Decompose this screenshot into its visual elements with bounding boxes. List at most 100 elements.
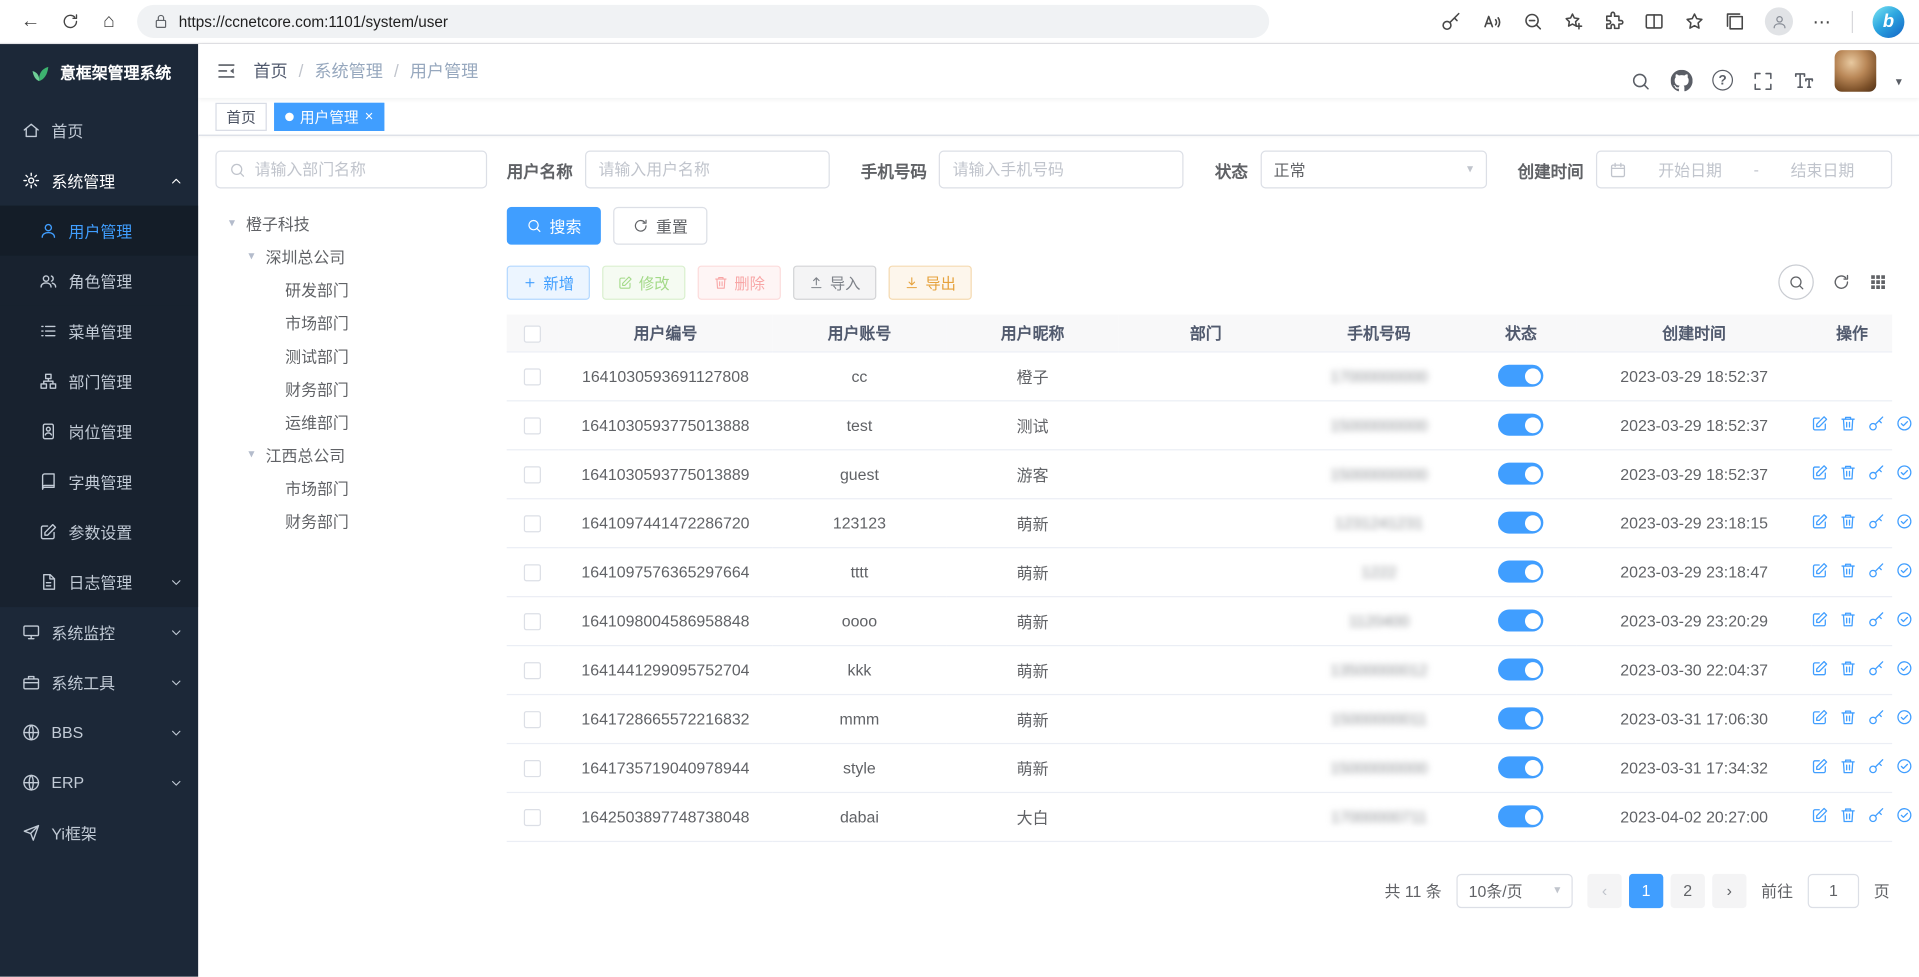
extensions-icon[interactable] (1603, 11, 1624, 32)
reset-password-icon[interactable] (1868, 806, 1885, 823)
delete-icon[interactable] (1840, 757, 1857, 774)
department-search-input[interactable] (255, 160, 474, 178)
reset-password-icon[interactable] (1868, 708, 1885, 725)
edit-icon[interactable] (1812, 561, 1829, 578)
github-icon[interactable] (1671, 70, 1693, 92)
toggle-search-button[interactable] (1778, 264, 1813, 299)
sidebar-item[interactable]: 角色管理 (0, 256, 198, 306)
assign-role-icon[interactable] (1896, 757, 1913, 774)
browser-refresh-button[interactable] (51, 4, 88, 38)
tree-caret-icon[interactable]: ▾ (242, 250, 260, 263)
sidebar-item[interactable]: 首页 (0, 105, 198, 155)
row-checkbox[interactable] (524, 564, 541, 581)
tab-close-icon[interactable]: × (365, 109, 374, 124)
row-checkbox[interactable] (524, 809, 541, 826)
delete-button[interactable]: 删除 (698, 265, 781, 299)
assign-role-icon[interactable] (1896, 463, 1913, 480)
sidebar-item[interactable]: 岗位管理 (0, 406, 198, 456)
assign-role-icon[interactable] (1896, 610, 1913, 627)
add-button[interactable]: 新增 (507, 265, 590, 299)
assign-role-icon[interactable] (1896, 806, 1913, 823)
tree-node[interactable]: ▾ 江西总公司 (215, 438, 487, 471)
next-page-button[interactable]: › (1712, 873, 1746, 907)
sidebar-item[interactable]: 系统工具 (0, 657, 198, 707)
sidebar-item[interactable]: 参数设置 (0, 507, 198, 557)
sidebar-item[interactable]: 系统管理 (0, 155, 198, 205)
status-toggle[interactable] (1498, 365, 1543, 387)
tree-node[interactable]: ▾ 市场部门 (215, 306, 487, 339)
sidebar-item[interactable]: 字典管理 (0, 457, 198, 507)
breadcrumb-system[interactable]: 系统管理 (314, 59, 383, 83)
row-checkbox[interactable] (524, 613, 541, 630)
edit-icon[interactable] (1812, 757, 1829, 774)
browser-profile-avatar[interactable] (1765, 7, 1793, 35)
status-toggle[interactable] (1498, 561, 1543, 583)
date-range-picker[interactable]: 开始日期 - 结束日期 (1596, 151, 1892, 189)
edit-icon[interactable] (1812, 610, 1829, 627)
tree-caret-icon[interactable]: ▾ (223, 217, 241, 230)
assign-role-icon[interactable] (1896, 659, 1913, 676)
sidebar-item[interactable]: 系统监控 (0, 607, 198, 657)
delete-icon[interactable] (1840, 708, 1857, 725)
favorites-icon[interactable] (1684, 11, 1705, 32)
reset-password-icon[interactable] (1868, 757, 1885, 774)
reset-password-icon[interactable] (1868, 610, 1885, 627)
status-select[interactable]: 正常 ▾ (1260, 151, 1486, 189)
reset-password-icon[interactable] (1868, 512, 1885, 529)
search-button[interactable]: 搜索 (507, 207, 601, 245)
delete-icon[interactable] (1840, 610, 1857, 627)
page-button-2[interactable]: 2 (1671, 873, 1705, 907)
fullscreen-icon[interactable] (1753, 71, 1774, 92)
sidebar-item[interactable]: Yi框架 (0, 808, 198, 858)
address-bar[interactable]: https://ccnetcore.com:1101/system/user (137, 5, 1269, 38)
delete-icon[interactable] (1840, 512, 1857, 529)
header-search-icon[interactable] (1630, 71, 1651, 92)
row-checkbox[interactable] (524, 711, 541, 728)
assign-role-icon[interactable] (1896, 708, 1913, 725)
status-toggle[interactable] (1498, 512, 1543, 534)
bing-icon[interactable]: b (1873, 6, 1905, 38)
edit-icon[interactable] (1812, 806, 1829, 823)
collections-icon[interactable] (1724, 11, 1745, 32)
sidebar-item[interactable]: 菜单管理 (0, 306, 198, 356)
tree-node[interactable]: ▾ 研发部门 (215, 273, 487, 306)
tree-node[interactable]: ▾ 财务部门 (215, 372, 487, 405)
read-aloud-icon[interactable] (1481, 10, 1503, 32)
row-checkbox[interactable] (524, 515, 541, 532)
tree-node[interactable]: ▾ 运维部门 (215, 405, 487, 438)
status-toggle[interactable] (1498, 756, 1543, 778)
modify-button[interactable]: 修改 (602, 265, 685, 299)
phone-input[interactable] (939, 151, 1184, 189)
prev-page-button[interactable]: ‹ (1587, 873, 1621, 907)
row-checkbox[interactable] (524, 466, 541, 483)
tree-node[interactable]: ▾ 橙子科技 (215, 207, 487, 240)
status-toggle[interactable] (1498, 610, 1543, 632)
browser-menu-icon[interactable]: ⋯ (1813, 10, 1833, 32)
import-button[interactable]: 导入 (793, 265, 876, 299)
tab-user-management[interactable]: 用户管理 × (274, 102, 384, 130)
tree-node[interactable]: ▾ 财务部门 (215, 504, 487, 537)
reset-password-icon[interactable] (1868, 463, 1885, 480)
row-checkbox[interactable] (524, 368, 541, 385)
delete-icon[interactable] (1840, 463, 1857, 480)
sidebar-item[interactable]: 日志管理 (0, 557, 198, 607)
sidebar-item[interactable]: BBS (0, 707, 198, 757)
tab-home[interactable]: 首页 (215, 102, 266, 130)
status-toggle[interactable] (1498, 805, 1543, 827)
reset-password-icon[interactable] (1868, 414, 1885, 431)
tree-node[interactable]: ▾ 市场部门 (215, 471, 487, 504)
tree-node[interactable]: ▾ 测试部门 (215, 339, 487, 372)
select-all-checkbox[interactable] (524, 325, 541, 342)
sidebar-item[interactable]: ERP (0, 758, 198, 808)
split-screen-icon[interactable] (1644, 11, 1665, 32)
reset-password-icon[interactable] (1868, 659, 1885, 676)
edit-icon[interactable] (1812, 463, 1829, 480)
assign-role-icon[interactable] (1896, 512, 1913, 529)
edit-icon[interactable] (1812, 414, 1829, 431)
edit-icon[interactable] (1812, 708, 1829, 725)
tree-caret-icon[interactable]: ▾ (242, 448, 260, 461)
tree-node[interactable]: ▾ 深圳总公司 (215, 240, 487, 273)
username-input[interactable] (585, 151, 830, 189)
status-toggle[interactable] (1498, 414, 1543, 436)
zoom-out-icon[interactable] (1523, 11, 1544, 32)
